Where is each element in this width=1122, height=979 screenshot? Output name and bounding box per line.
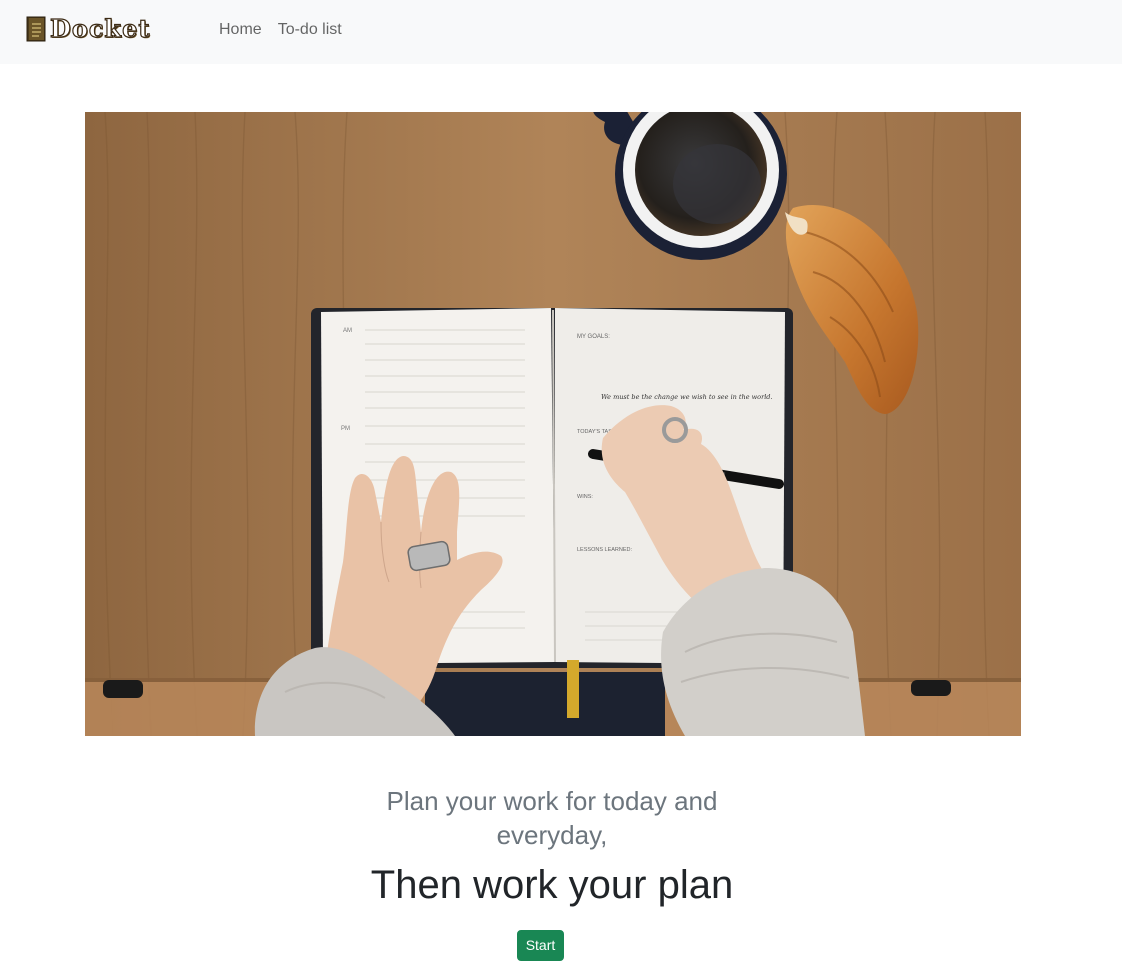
- notebook-pm-label: PM: [341, 426, 350, 432]
- nav-link-home[interactable]: Home: [211, 18, 270, 42]
- tagline-subtitle: Plan your work for today and everyday,: [386, 786, 718, 850]
- notebook-lessons-label: LESSONS LEARNED:: [577, 547, 632, 553]
- start-button[interactable]: Start: [517, 930, 564, 961]
- notebook-icon: [26, 16, 46, 42]
- notebook-goals-label: MY GOALS:: [577, 334, 610, 340]
- nav-link-todo-list[interactable]: To-do list: [270, 18, 350, 42]
- hero-image: AM PM MY GOALS: We must be the change we…: [85, 112, 1021, 736]
- tagline-headline: Then work your plan: [370, 863, 734, 907]
- notebook-wins-label: WINS:: [577, 494, 593, 500]
- brand-logo[interactable]: Docket: [26, 13, 151, 44]
- nav-links: Home To-do list: [211, 18, 350, 42]
- navbar: Docket Home To-do list: [0, 0, 1122, 64]
- notebook-am-label: AM: [343, 328, 352, 334]
- notebook-quote: We must be the change we wish to see in …: [601, 393, 773, 401]
- brand-name: Docket: [49, 13, 151, 43]
